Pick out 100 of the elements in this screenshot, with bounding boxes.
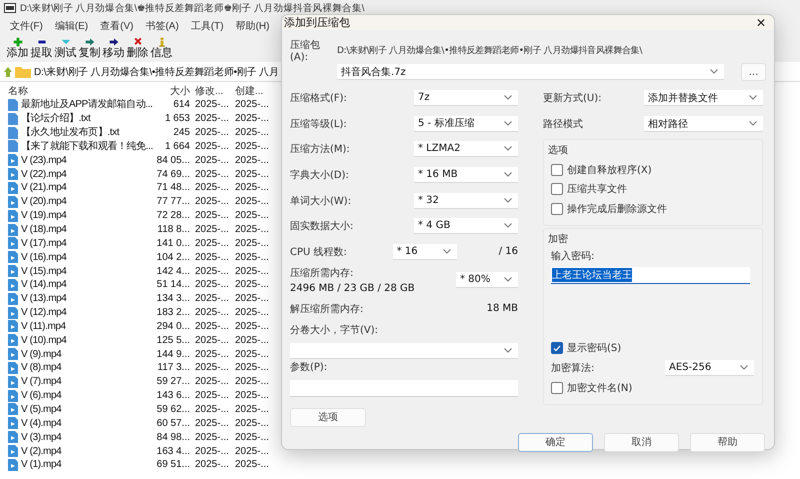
toolbar-button[interactable]: 复制 xyxy=(78,37,101,62)
checkbox[interactable] xyxy=(551,183,563,196)
dropdown[interactable]: AES-256 xyxy=(665,360,754,376)
toolbar-button[interactable]: 信息 xyxy=(150,37,173,62)
down-arrow-icon xyxy=(60,37,70,47)
group-title: 加密 xyxy=(548,232,569,246)
dialog-button[interactable]: 取消 xyxy=(604,432,679,452)
menu-item[interactable]: 工具(T) xyxy=(190,18,224,32)
toolbar-button[interactable]: 添加 xyxy=(6,37,29,62)
file-name[interactable]: 【永久地址发布页】.txt xyxy=(21,126,120,140)
created-date: 2025-... xyxy=(234,236,270,250)
file-name[interactable]: V (11).mp4 xyxy=(21,320,66,333)
dialog-button[interactable]: 确定 xyxy=(518,432,593,452)
created-date: 2025-... xyxy=(234,278,270,292)
file-size: 125 5... xyxy=(156,334,191,347)
dropdown[interactable]: 5 - 标准压缩 xyxy=(414,116,518,132)
modified-date: 2025-... xyxy=(194,320,230,333)
column-header[interactable]: 名称 xyxy=(8,84,154,98)
file-name[interactable]: 最新地址及APP请发邮箱自动... xyxy=(21,98,153,112)
dropdown[interactable]: 添加并替换文件 xyxy=(644,90,763,106)
created-date: 2025-... xyxy=(234,402,270,416)
address-path[interactable]: D:\来财\刚子 八月劲爆合集\•推特反差舞蹈老师•刚子 八月 xyxy=(34,65,279,79)
dropdown[interactable]: * LZMA2 xyxy=(414,141,518,158)
file-name[interactable]: V (16).mp4 xyxy=(21,250,66,264)
browse-button[interactable]: ... xyxy=(741,63,766,81)
checkbox[interactable] xyxy=(551,342,563,354)
right-arrow-icon xyxy=(108,37,118,47)
file-name[interactable]: V (6).mp4 xyxy=(21,389,62,402)
chevron-down-icon xyxy=(504,172,512,177)
file-name[interactable]: V (12).mp4 xyxy=(21,306,66,320)
dropdown[interactable]: 抖音风合集.7z xyxy=(337,64,724,80)
dropdown[interactable]: 7z xyxy=(414,90,518,106)
field-label: 分卷大小，字节(V): xyxy=(290,324,380,336)
file-name[interactable]: V (7).mp4 xyxy=(21,375,62,388)
file-size: 134 3... xyxy=(156,292,191,306)
file-name[interactable]: V (23).mp4 xyxy=(21,154,66,167)
dropdown[interactable]: * 4 GB xyxy=(414,218,518,234)
video-file-icon xyxy=(8,431,18,444)
modified-date: 2025-... xyxy=(194,375,230,388)
column-header[interactable]: 修改... xyxy=(192,84,232,98)
file-name[interactable]: V (20).mp4 xyxy=(21,195,66,208)
file-name[interactable]: 【论坛介绍】.txt xyxy=(21,112,90,126)
menu-item[interactable]: 书签(A) xyxy=(145,18,179,32)
file-name[interactable]: V (2).mp4 xyxy=(21,444,62,458)
file-name[interactable]: V (22).mp4 xyxy=(21,168,66,181)
field-label: 压缩所需内存: xyxy=(290,266,354,280)
checkbox-label: 压缩共享文件 xyxy=(567,182,627,196)
checkbox-label: 显示密码(S) xyxy=(567,342,622,356)
file-name[interactable]: V (4).mp4 xyxy=(21,416,62,430)
toolbar-button[interactable]: 移动 xyxy=(102,37,125,62)
file-name[interactable]: V (21).mp4 xyxy=(21,181,66,194)
field-label: 压缩等级(L): xyxy=(290,118,347,131)
dropdown[interactable]: * 16 MB xyxy=(414,166,518,183)
file-name[interactable]: V (14).mp4 xyxy=(21,278,66,292)
options-button[interactable]: 选项 xyxy=(290,408,366,426)
file-name[interactable]: V (17).mp4 xyxy=(21,236,66,250)
created-date: 2025-... xyxy=(234,195,270,208)
menu-item[interactable]: 查看(V) xyxy=(100,18,134,32)
toolbar-button[interactable]: 提取 xyxy=(30,37,53,62)
info-icon xyxy=(156,37,166,47)
password-field[interactable]: 上老王论坛当老王 xyxy=(551,266,750,284)
checkbox[interactable] xyxy=(551,202,563,215)
menu-item[interactable]: 文件(F) xyxy=(10,18,43,32)
created-date: 2025-... xyxy=(234,126,270,140)
toolbar-button[interactable]: 测试 xyxy=(54,37,77,62)
file-name[interactable]: V (10).mp4 xyxy=(21,334,66,347)
file-name[interactable]: V (1).mp4 xyxy=(21,458,62,472)
file-name[interactable]: V (8).mp4 xyxy=(21,361,62,374)
video-file-icon xyxy=(8,306,18,319)
file-name[interactable]: V (15).mp4 xyxy=(21,264,66,278)
file-size: 142 4... xyxy=(156,264,191,278)
created-date: 2025-... xyxy=(234,348,270,361)
column-header[interactable]: 大小 xyxy=(154,84,192,98)
dropdown[interactable]: 相对路径 xyxy=(644,116,763,132)
dialog-button[interactable]: 帮助 xyxy=(690,432,765,452)
memory-reading: 18 MB xyxy=(486,303,518,314)
file-name[interactable]: V (5).mp4 xyxy=(21,402,62,416)
dropdown[interactable]: * 80% xyxy=(456,272,518,288)
file-name[interactable]: V (9).mp4 xyxy=(21,348,62,361)
document-icon xyxy=(8,98,18,111)
file-name[interactable]: V (18).mp4 xyxy=(21,223,66,236)
file-name[interactable]: 【来了就能下载和观看！纯免... xyxy=(21,140,153,153)
toolbar-button[interactable]: 删除 xyxy=(126,37,149,62)
menu-item[interactable]: 帮助(H) xyxy=(236,18,270,32)
checkbox[interactable] xyxy=(551,382,563,394)
dropdown[interactable]: * 32 xyxy=(414,192,518,209)
group-title: 选项 xyxy=(548,144,569,157)
file-size: 72 28... xyxy=(156,209,191,222)
modified-date: 2025-... xyxy=(194,181,230,194)
dropdown[interactable]: * 16 xyxy=(392,244,457,260)
file-name[interactable]: V (3).mp4 xyxy=(21,430,62,444)
checkbox[interactable] xyxy=(551,164,563,176)
menu-item[interactable]: 编辑(E) xyxy=(54,18,88,32)
up-arrow-icon[interactable] xyxy=(4,67,12,77)
close-button[interactable]: ✕ xyxy=(754,16,768,30)
input-field[interactable] xyxy=(290,380,518,397)
file-name[interactable]: V (13).mp4 xyxy=(21,292,66,306)
column-header[interactable]: 创建... xyxy=(232,84,272,98)
file-name[interactable]: V (19).mp4 xyxy=(21,209,66,222)
file-size: 141 0... xyxy=(156,236,191,250)
